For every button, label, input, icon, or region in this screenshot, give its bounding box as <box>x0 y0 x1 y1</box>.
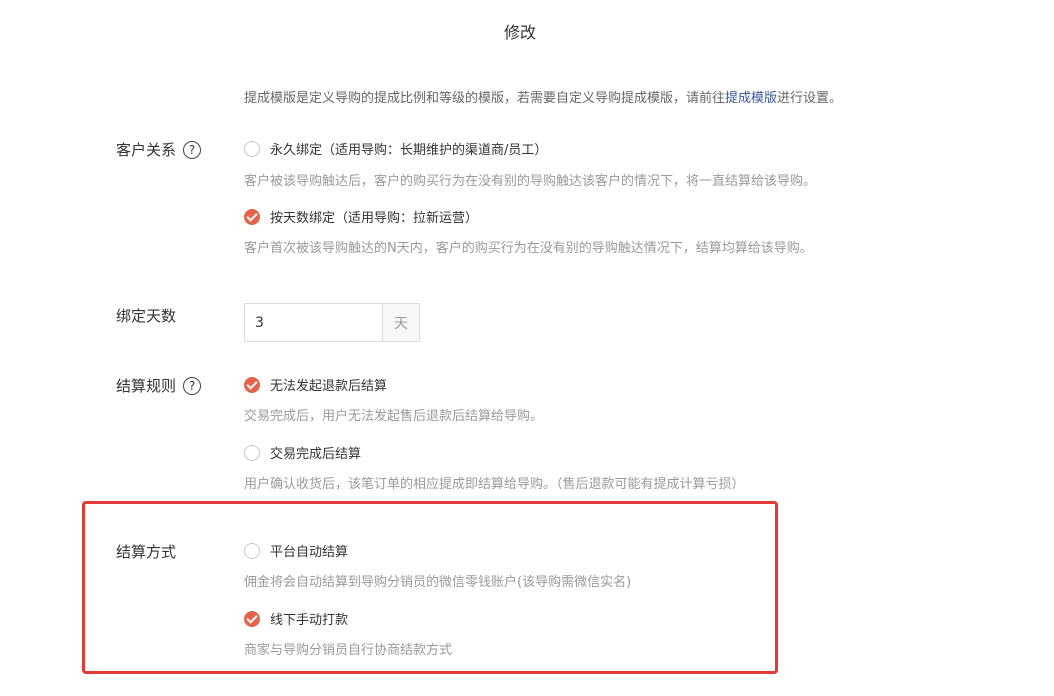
platform-auto-settle-desc: 佣金将会自动结算到导购分销员的微信零钱账户(该导购需微信实名) <box>244 575 632 590</box>
platform-auto-settle-radio[interactable]: 平台自动结算 <box>244 541 348 560</box>
page-title: 修改 <box>503 23 536 42</box>
offline-manual-pay-radio[interactable]: 线下手动打款 <box>244 609 348 628</box>
days-unit-addon: 天 <box>382 304 419 341</box>
settle-after-complete-label: 交易完成后结算 <box>270 447 362 462</box>
radio-unchecked-icon[interactable] <box>244 444 260 461</box>
intro-text-after: 进行设置。 <box>777 91 843 106</box>
help-icon[interactable]: ? <box>183 140 202 159</box>
settlement-method-label: 结算方式 <box>116 541 176 562</box>
platform-auto-settle-label: 平台自动结算 <box>270 545 349 560</box>
bind-days-input[interactable] <box>245 304 382 341</box>
settlement-rule-label-text: 结算规则 <box>116 377 177 395</box>
days-bind-radio[interactable]: 按天数绑定（适用导购：拉新运营） <box>244 207 478 226</box>
days-bind-label: 按天数绑定（适用导购：拉新运营） <box>270 211 479 226</box>
radio-unchecked-icon[interactable] <box>244 140 260 157</box>
permanent-bind-desc: 客户被该导购触达后，客户的购买行为在没有别的导购触达该客户的情况下，将一直结算给… <box>244 174 817 189</box>
settle-after-no-refund-radio[interactable]: 无法发起退款后结算 <box>244 375 387 394</box>
settle-after-complete-desc: 用户确认收货后，该笔订单的相应提成即结算给导购。（售后退款可能有提成计算亏损） <box>244 477 745 492</box>
bind-days-label: 绑定天数 <box>116 305 176 326</box>
help-icon[interactable]: ? <box>183 376 202 395</box>
customer-relation-label-text: 客户关系 <box>116 141 177 159</box>
days-bind-desc: 客户首次被该导购触达的N天内，客户的购买行为在没有别的导购触达情况下，结算均算给… <box>244 241 813 256</box>
settle-after-no-refund-desc: 交易完成后，用户无法发起售后退款后结算给导购。 <box>244 409 544 424</box>
permanent-bind-radio[interactable]: 永久绑定（适用导购：长期维护的渠道商/员工） <box>244 139 547 158</box>
settle-after-complete-radio[interactable]: 交易完成后结算 <box>244 443 361 462</box>
settlement-method-label-text: 结算方式 <box>116 543 177 561</box>
customer-relation-label: 客户关系 ? <box>116 139 202 160</box>
commission-template-link[interactable]: 提成模版 <box>725 91 777 106</box>
radio-checked-icon[interactable] <box>244 610 260 627</box>
offline-manual-pay-label: 线下手动打款 <box>270 613 349 628</box>
settle-after-no-refund-label: 无法发起退款后结算 <box>270 379 388 394</box>
permanent-bind-label: 永久绑定（适用导购：长期维护的渠道商/员工） <box>270 143 548 158</box>
radio-checked-icon[interactable] <box>244 208 260 225</box>
intro-text-before: 提成模版是定义导购的提成比例和等级的模版，若需要自定义导购提成模版，请前往 <box>244 91 726 106</box>
edit-page: 修改 提成模版是定义导购的提成比例和等级的模版，若需要自定义导购提成模版，请前往… <box>0 0 1054 696</box>
bind-days-input-group: 天 <box>244 303 420 342</box>
radio-unchecked-icon[interactable] <box>244 542 260 559</box>
radio-checked-icon[interactable] <box>244 376 260 393</box>
bind-days-label-text: 绑定天数 <box>116 307 177 325</box>
settlement-rule-label: 结算规则 ? <box>116 375 202 396</box>
offline-manual-pay-desc: 商家与导购分销员自行协商结款方式 <box>244 643 453 658</box>
intro-text: 提成模版是定义导购的提成比例和等级的模版，若需要自定义导购提成模版，请前往提成模… <box>244 87 842 106</box>
